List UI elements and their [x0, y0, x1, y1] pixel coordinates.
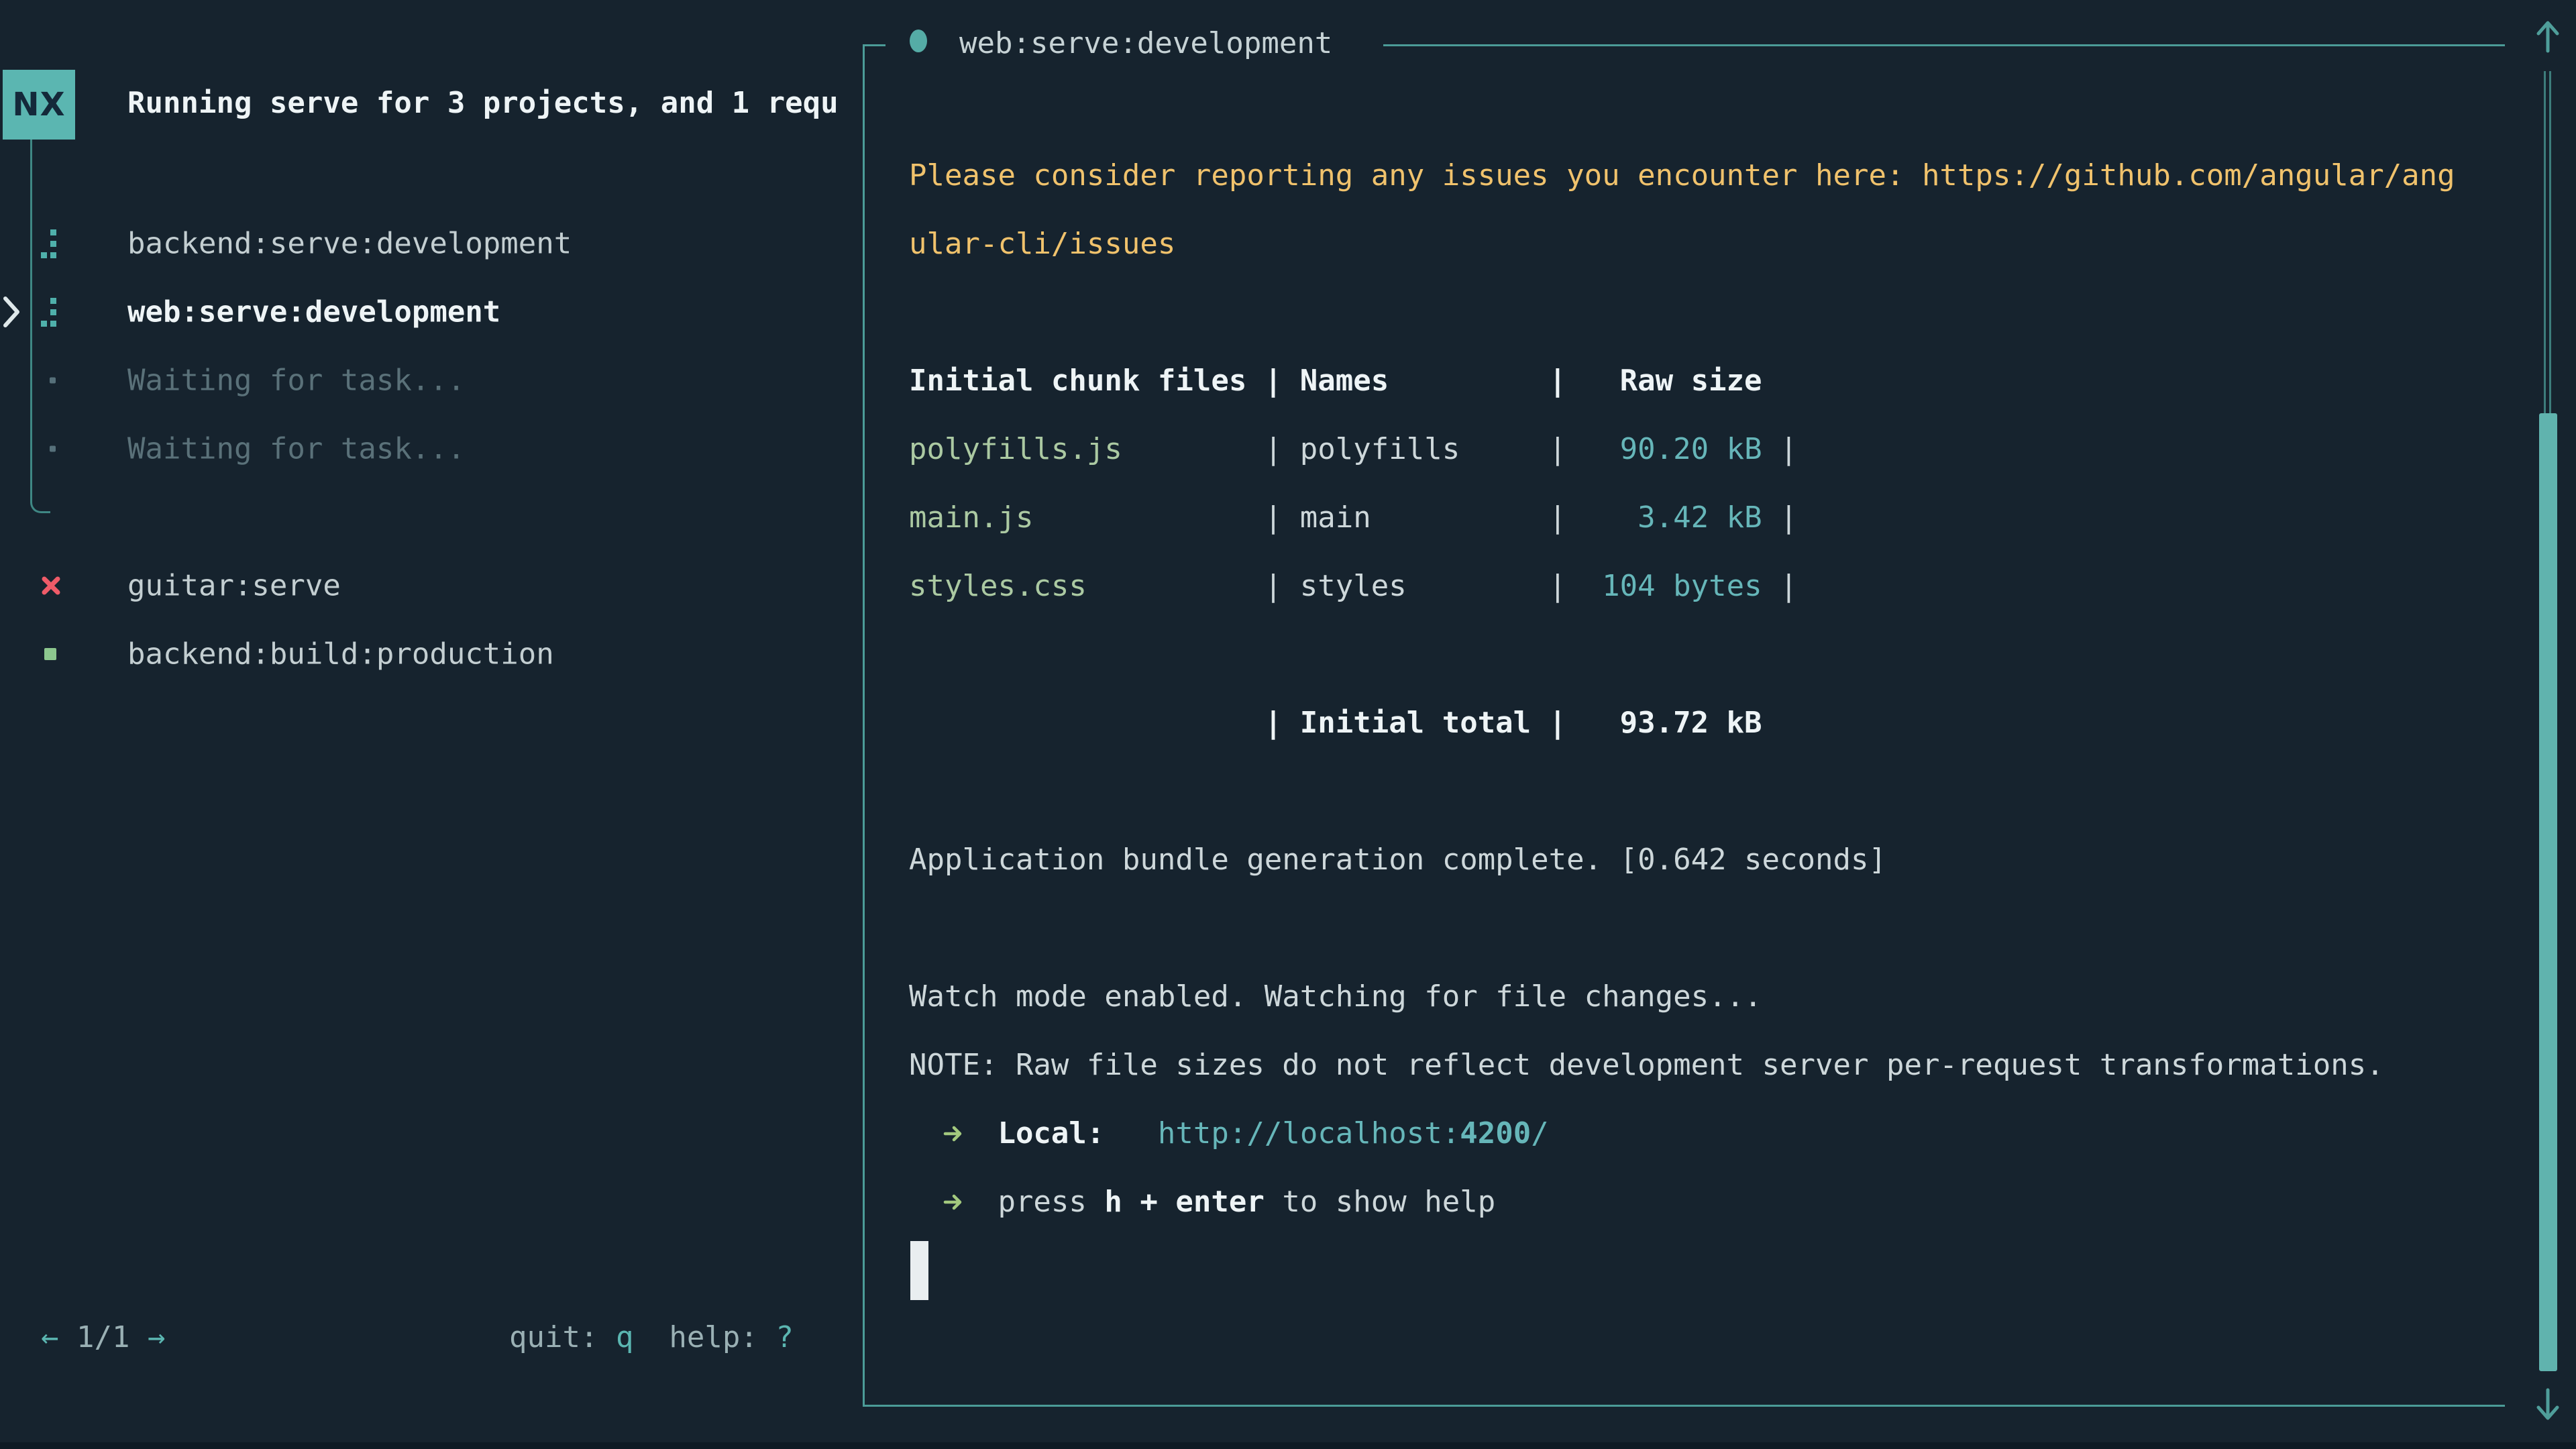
output-line: press h + enter to show help [909, 1168, 2512, 1236]
output-text: Initial chunk files | Names | Raw size [909, 364, 1762, 398]
panel-title: web:serve:development [959, 24, 1332, 63]
output-text: Please consider reporting any issues you… [909, 158, 2455, 193]
failed-cross-icon [40, 575, 62, 596]
scrollbar-track[interactable] [2544, 71, 2546, 413]
scrollbar-track[interactable] [2549, 71, 2551, 413]
selected-task-chevron-icon [1, 293, 21, 331]
output-text: h + enter [1104, 1185, 1264, 1219]
output-text: ular-cli/issues [909, 227, 1175, 261]
localhost-url[interactable]: 4200 [1460, 1116, 1531, 1150]
terminal-output: Please consider reporting any issues you… [909, 142, 2512, 1236]
nx-terminal-ui: NX Running serve for 3 projects, and 1 r… [0, 0, 2576, 1449]
output-line: | Initial total | 93.72 kB [909, 689, 2512, 757]
scrollbar-thumb[interactable] [2539, 413, 2557, 1371]
output-text: | [1762, 500, 1798, 535]
output-text: Local: [998, 1116, 1104, 1150]
output-text: 104 bytes [1566, 569, 1762, 603]
output-text: | [1371, 500, 1566, 535]
running-status-dot-icon [910, 30, 927, 52]
output-line [909, 894, 2512, 963]
scroll-down-icon[interactable] [2533, 1387, 2563, 1422]
output-text: | [1460, 432, 1566, 466]
panel-border-bottom [863, 1405, 2505, 1407]
task-row-Waiting-for-task-[interactable]: Waiting for task... [0, 346, 852, 415]
task-label: Waiting for task... [127, 364, 465, 398]
page-next-arrow-icon[interactable]: → [148, 1320, 166, 1354]
output-text [1104, 1116, 1157, 1150]
panel-border-top-stub [863, 44, 885, 46]
help-key[interactable]: ? [775, 1320, 794, 1354]
window-bottom-edge [0, 1442, 2576, 1449]
task-row-backend-serve-development[interactable]: backend:serve:development [0, 209, 852, 278]
output-text: Application bundle generation complete. … [909, 843, 1886, 877]
output-text: | [1122, 432, 1300, 466]
output-line: Initial chunk files | Names | Raw size [909, 347, 2512, 415]
success-square-icon [44, 648, 56, 660]
output-text: 90.20 kB [1566, 432, 1762, 466]
output-text: | [1762, 569, 1798, 603]
output-line [909, 621, 2512, 689]
localhost-url[interactable]: http://localhost: [1158, 1116, 1460, 1150]
pagination: ← 1/1 → [41, 1318, 165, 1356]
output-text: main.js [909, 500, 1033, 535]
task-row-Waiting-for-task-[interactable]: Waiting for task... [0, 415, 852, 483]
output-line: Please consider reporting any issues you… [909, 142, 2512, 210]
keyboard-hints: quit: q help: ? [509, 1318, 794, 1356]
output-text: polyfills.js [909, 432, 1122, 466]
output-line: Watch mode enabled. Watching for file ch… [909, 963, 2512, 1031]
output-text: styles [1300, 569, 1407, 603]
task-row-backend-build-production[interactable]: backend:build:production [0, 620, 852, 688]
output-text: NOTE: Raw file sizes do not reflect deve… [909, 1048, 2384, 1082]
quit-hint-label: quit: [509, 1320, 616, 1354]
panel-border-left [863, 44, 865, 1407]
help-hint-label: help: [633, 1320, 775, 1354]
task-label: guitar:serve [127, 569, 341, 603]
nx-logo: NX [3, 70, 75, 140]
arrow-right-icon [943, 1124, 963, 1144]
waiting-dot-icon [50, 378, 56, 384]
output-line: Local: http://localhost:4200/ [909, 1099, 2512, 1168]
waiting-dot-icon [50, 446, 56, 452]
output-line: ular-cli/issues [909, 210, 2512, 278]
spinner-icon [40, 296, 59, 328]
output-text: Watch mode enabled. Watching for file ch… [909, 979, 1762, 1014]
task-label: web:serve:development [127, 295, 500, 329]
scroll-up-icon[interactable] [2533, 19, 2563, 54]
output-text: | Initial total | 93.72 kB [909, 706, 1762, 740]
output-text: press [998, 1185, 1104, 1219]
page-indicator [59, 1320, 77, 1354]
output-text: | [1762, 432, 1798, 466]
output-text: | [1407, 569, 1566, 603]
output-line [909, 278, 2512, 347]
output-text: to show help [1265, 1185, 1495, 1219]
quit-key[interactable]: q [616, 1320, 634, 1354]
task-row-web-serve-development[interactable]: web:serve:development [0, 278, 852, 346]
spinner-icon [40, 227, 59, 260]
localhost-url[interactable]: / [1531, 1116, 1549, 1150]
output-line: main.js | main | 3.42 kB | [909, 484, 2512, 552]
output-line: Application bundle generation complete. … [909, 826, 2512, 894]
terminal-cursor [910, 1241, 928, 1300]
output-text: | [1033, 500, 1299, 535]
output-text: main [1300, 500, 1371, 535]
page-indicator-value: 1/1 [76, 1320, 129, 1354]
panel-border-top-rule [1383, 44, 2505, 46]
run-summary-title: Running serve for 3 projects, and 1 requ [127, 86, 859, 126]
task-label: Waiting for task... [127, 432, 465, 466]
output-line: NOTE: Raw file sizes do not reflect deve… [909, 1031, 2512, 1099]
output-text: 3.42 kB [1566, 500, 1762, 535]
page-prev-arrow-icon[interactable]: ← [41, 1320, 59, 1354]
output-text: styles.css [909, 569, 1087, 603]
task-row-guitar-serve[interactable]: guitar:serve [0, 551, 852, 620]
output-line: polyfills.js | polyfills | 90.20 kB | [909, 415, 2512, 484]
output-text: polyfills [1300, 432, 1460, 466]
task-label: backend:serve:development [127, 227, 572, 261]
output-line [909, 757, 2512, 826]
output-line: styles.css | styles | 104 bytes | [909, 552, 2512, 621]
arrow-right-icon [943, 1192, 963, 1212]
task-label: backend:build:production [127, 637, 554, 672]
output-text: | [1087, 569, 1300, 603]
